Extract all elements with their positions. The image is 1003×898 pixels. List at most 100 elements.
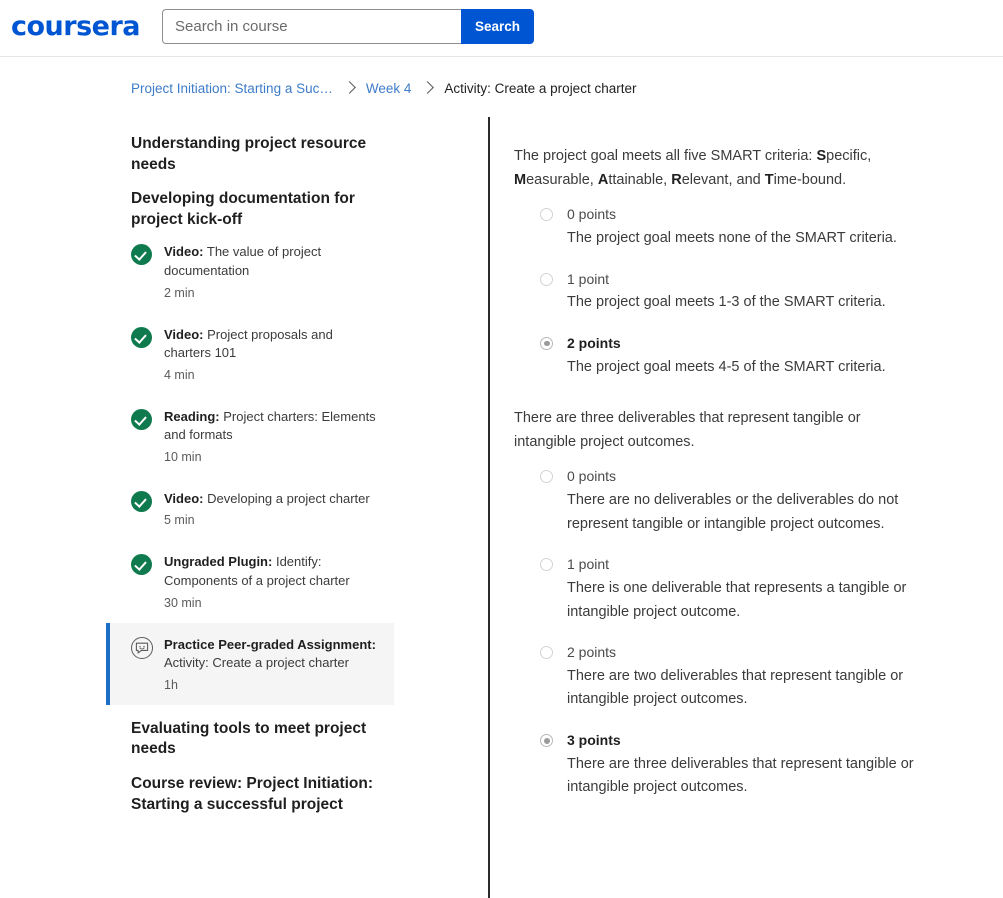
rubric-question-prompt: There are three deliverables that repres… (514, 406, 914, 454)
prompt-fragment: pecific, (826, 148, 872, 164)
radio-unselected-icon[interactable] (540, 208, 553, 222)
sidebar-section-heading: Developing documentation for project kic… (131, 190, 355, 228)
prompt-fragment: elevant, and (681, 172, 765, 189)
prompt-fragment: The project goal meets all five SMART cr… (514, 148, 817, 164)
sidebar-item-text: Practice Peer-graded Assignment: Activit… (164, 636, 376, 692)
search-button[interactable]: Search (461, 9, 534, 44)
course-outline-sidebar: Understanding project resource needs Deve… (106, 117, 394, 815)
sidebar-item-active[interactable]: Practice Peer-graded Assignment: Activit… (106, 622, 394, 705)
check-circle-icon (131, 490, 153, 513)
prompt-fragment: A (597, 172, 609, 189)
rubric-option-description: The project goal meets none of the SMART… (567, 230, 897, 247)
sidebar-item-type: Video: (164, 244, 204, 260)
rubric-option-body: 1 point There is one deliverable that rep… (567, 555, 917, 624)
rubric-option[interactable]: 0 points There are no deliverables or the… (514, 467, 984, 536)
course-search: Search (162, 9, 534, 44)
radio-unselected-icon[interactable] (540, 646, 553, 660)
sidebar-item[interactable]: Reading: Project charters: Elements and … (106, 395, 394, 477)
rubric-option-description: There are three deliverables that repres… (567, 755, 914, 796)
rubric-option[interactable]: 3 points There are three deliverables tha… (514, 731, 984, 800)
rubric-option-points: 0 points (567, 468, 617, 485)
rubric-option-points: 2 points (567, 644, 617, 661)
check-circle-icon (131, 554, 152, 576)
sidebar-item-label: Video: The value of project documentatio… (164, 243, 376, 280)
speech-bubble-icon (131, 636, 153, 659)
sidebar-item[interactable]: Video: Developing a project charter 5 min (106, 477, 394, 541)
rubric-option-points: 0 points (567, 206, 617, 223)
sidebar-item-text: Video: Project proposals and charters 10… (164, 326, 376, 382)
prompt-fragment: There are three deliverables that repres… (514, 410, 861, 451)
site-header: coursera Search (0, 0, 1003, 57)
radio-selected-icon[interactable] (540, 336, 553, 350)
rubric-option-body: 2 points There are two deliverables that … (567, 643, 917, 712)
prompt-fragment: ttainable, (608, 172, 672, 189)
sidebar-item-title: Developing a project charter (203, 490, 370, 506)
rubric-option-description: There are two deliverables that represen… (567, 667, 904, 708)
rubric-option[interactable]: 2 points The project goal meets 4-5 of th… (514, 334, 984, 379)
content-divider (488, 117, 490, 898)
sidebar-item-duration: 1h (164, 677, 178, 692)
check-circle-icon (131, 326, 153, 349)
rubric-option-description: The project goal meets 4-5 of the SMART … (567, 358, 886, 375)
prompt-fragment: R (671, 172, 682, 189)
rubric-option[interactable]: 2 points There are two deliverables that … (514, 643, 984, 712)
rubric-option[interactable]: 1 point There is one deliverable that rep… (514, 555, 984, 624)
prompt-fragment: S (816, 148, 827, 164)
sidebar-item-label: Ungraded Plugin: Identify: Components of… (164, 553, 376, 590)
rubric-option[interactable]: 0 points The project goal meets none of t… (514, 205, 984, 250)
sidebar-item-duration: 2 min (164, 285, 195, 300)
search-input[interactable] (162, 9, 461, 44)
rubric-option-description: There is one deliverable that represents… (567, 580, 907, 620)
rubric-option-points: 1 point (567, 556, 610, 573)
radio-unselected-icon[interactable] (540, 272, 553, 286)
rubric-option[interactable]: 1 point The project goal meets 1-3 of the… (514, 270, 984, 315)
sidebar-item-text: Reading: Project charters: Elements and … (164, 408, 376, 464)
sidebar-item-type: Ungraded Plugin: (164, 554, 273, 570)
check-circle-icon (131, 244, 153, 266)
rubric-question: The project goal meets all five SMART cr… (514, 144, 984, 379)
rubric-option-body: 1 point The project goal meets 1-3 of the… (567, 270, 917, 315)
check-circle-icon (131, 408, 152, 430)
sidebar-item-duration: 4 min (164, 367, 195, 382)
content-area: Understanding project resource needs Deve… (0, 117, 1003, 898)
sidebar-item-duration: 10 min (164, 449, 202, 464)
prompt-fragment: ime-bound. (773, 172, 847, 189)
prompt-fragment: easurable, (526, 172, 598, 189)
sidebar-item-duration: 5 min (164, 513, 195, 528)
breadcrumb-item-course[interactable]: Project Initiation: Starting a Suc… (131, 81, 333, 96)
prompt-fragment: T (764, 172, 774, 189)
prompt-fragment: M (514, 172, 527, 189)
sidebar-item-type: Practice Peer-graded Assignment: (164, 636, 376, 652)
radio-unselected-icon[interactable] (540, 470, 553, 484)
sidebar-item-label: Reading: Project charters: Elements and … (164, 408, 376, 445)
sidebar-item-text: Video: Developing a project charter 5 min (164, 490, 376, 528)
sidebar-item[interactable]: Video: Project proposals and charters 10… (106, 313, 394, 395)
rubric-question: There are three deliverables that repres… (514, 406, 984, 800)
rubric-option-description: There are no deliverables or the deliver… (567, 492, 899, 532)
chevron-right-icon (342, 81, 356, 94)
radio-unselected-icon[interactable] (540, 558, 553, 572)
rubric-option-body: 0 points There are no deliverables or the… (567, 467, 917, 536)
check-circle-icon (131, 326, 152, 348)
radio-selected-icon[interactable] (540, 733, 553, 747)
sidebar-item-text: Ungraded Plugin: Identify: Components of… (164, 553, 376, 609)
peer-graded-icon (131, 636, 153, 659)
rubric-option-description: The project goal meets 1-3 of the SMART … (567, 294, 886, 311)
sidebar-item-duration: 30 min (164, 595, 202, 610)
sidebar-item-type: Reading: (164, 408, 220, 424)
sidebar-item-type: Video: (164, 490, 204, 506)
rubric-question-prompt: The project goal meets all five SMART cr… (514, 144, 914, 192)
sidebar-section-heading: Understanding project resource needs (131, 135, 367, 173)
chevron-right-icon (421, 81, 435, 94)
breadcrumb-item-week[interactable]: Week 4 (366, 81, 412, 96)
rubric-option-body: 3 points There are three deliverables tha… (567, 731, 917, 800)
coursera-logo[interactable]: coursera (11, 11, 141, 42)
sidebar-section-heading: Evaluating tools to meet project needs (131, 719, 367, 758)
sidebar-item-label: Practice Peer-graded Assignment: Activit… (164, 636, 376, 673)
sidebar-item[interactable]: Video: The value of project documentatio… (106, 230, 394, 312)
sidebar-item-type: Video: (164, 326, 204, 342)
sidebar-item[interactable]: Ungraded Plugin: Identify: Components of… (106, 540, 394, 622)
sidebar-item-label: Video: Project proposals and charters 10… (164, 326, 376, 363)
sidebar-section-heading: Course review: Project Initiation: Start… (131, 775, 374, 813)
rubric-option-points: 2 points (567, 334, 621, 351)
